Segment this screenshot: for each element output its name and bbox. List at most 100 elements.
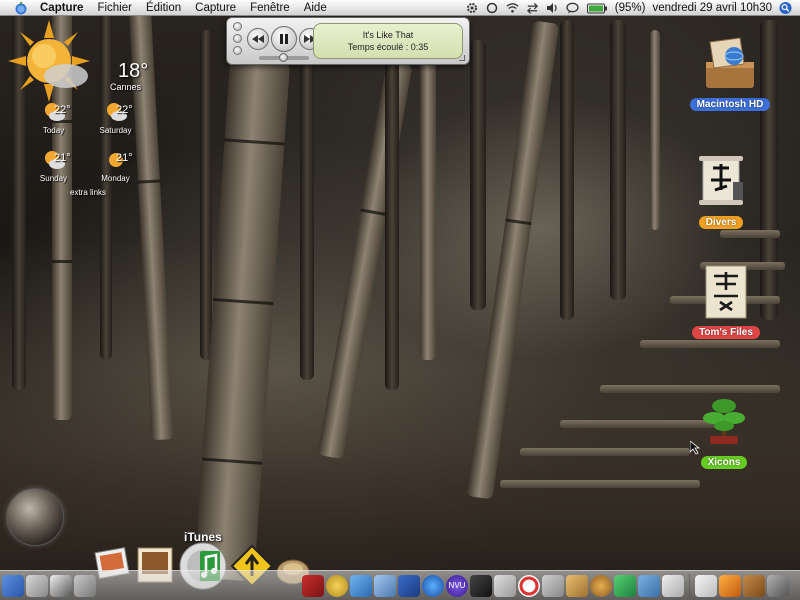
mail-icon[interactable]: [398, 574, 420, 597]
finder-icon[interactable]: [2, 574, 24, 597]
forecast-saturday: 22° Saturday: [88, 100, 143, 140]
battery-percent: (95%): [614, 2, 646, 14]
forecast-temp: 22°: [54, 104, 71, 116]
blue-app-icon[interactable]: [638, 574, 660, 597]
menu-app-capture[interactable]: Capture: [40, 0, 83, 16]
battery-icon[interactable]: [586, 2, 608, 15]
bamboo-stalk: [385, 60, 399, 390]
desktop-icon-label: Xicons: [700, 456, 748, 469]
menu-capture[interactable]: Capture: [195, 0, 236, 16]
sunflower-icon[interactable]: [590, 574, 612, 597]
forecast-day: Today: [42, 126, 65, 135]
gear-icon[interactable]: [466, 2, 479, 15]
bamboo-stalk: [420, 60, 436, 360]
terminal-icon[interactable]: [50, 574, 72, 597]
desktop-icon-label: Divers: [698, 216, 744, 229]
bamboo-stalk: [200, 30, 212, 360]
wifi-icon[interactable]: [506, 2, 519, 15]
mouse-cursor-icon: [690, 441, 700, 455]
pause-icon: [280, 34, 288, 44]
bamboo-stalk: [470, 40, 486, 310]
now-playing-display[interactable]: It's Like That Temps écoulé : 0:35: [313, 23, 463, 59]
menu-fenetre[interactable]: Fenêtre: [250, 0, 290, 16]
itunes-mini-player[interactable]: It's Like That Temps écoulé : 0:35: [226, 17, 470, 65]
current-temperature: 18°: [118, 60, 149, 82]
spotlight-icon[interactable]: [779, 1, 792, 15]
forecast-day: Saturday: [99, 126, 132, 135]
window-controls: [233, 22, 242, 55]
nvu-icon[interactable]: NVU: [446, 574, 468, 597]
chat-icon[interactable]: [566, 2, 579, 15]
forecast-today: 22° Today: [26, 100, 81, 140]
box-icon[interactable]: [743, 574, 765, 597]
desktop-icon-toms-files[interactable]: Tom's Files: [678, 262, 774, 340]
apple-logo-icon[interactable]: [719, 574, 741, 597]
dark-app-icon[interactable]: [470, 574, 492, 597]
volume-slider[interactable]: [259, 53, 309, 62]
globe-icon[interactable]: [422, 574, 444, 597]
desktop-icon-macintosh-hd[interactable]: Macintosh HD: [682, 34, 778, 112]
preview-icon[interactable]: [494, 574, 516, 597]
forecast-temp: 21°: [54, 152, 71, 164]
resize-handle[interactable]: [459, 55, 465, 61]
rewind-icon: [252, 35, 264, 43]
app-icon-red[interactable]: [302, 574, 324, 597]
menu-bar: Capture Fichier Édition Capture Fenêtre …: [0, 0, 800, 16]
weather-extra-links[interactable]: extra links: [70, 188, 106, 197]
bamboo-stalk: [610, 20, 626, 300]
zoom-button[interactable]: [233, 46, 242, 55]
stone-step: [520, 448, 690, 456]
pause-button[interactable]: [271, 26, 297, 52]
bonsai-icon: [703, 399, 745, 444]
forecast-day: Sunday: [39, 174, 68, 183]
forecast-monday: 21° Monday: [88, 148, 143, 188]
scroll-calligraphy-icon: [699, 156, 743, 205]
previous-track-button[interactable]: [247, 28, 269, 50]
menu-aide[interactable]: Aide: [304, 0, 327, 16]
green-app-icon[interactable]: [614, 574, 636, 597]
eagle-icon[interactable]: [566, 574, 588, 597]
desktop-icon-label: Tom's Files: [692, 326, 760, 339]
song-title: It's Like That: [362, 30, 414, 40]
no-entry-icon[interactable]: [518, 574, 540, 597]
menu-edition[interactable]: Édition: [146, 0, 181, 16]
menu-fichier[interactable]: Fichier: [97, 0, 132, 16]
document-icon[interactable]: [662, 574, 684, 597]
stone-step: [640, 340, 780, 348]
circle-icon[interactable]: [486, 2, 499, 15]
desktop-icon-label: Macintosh HD: [689, 98, 771, 111]
bird-icon[interactable]: [542, 574, 564, 597]
elapsed-time: Temps écoulé : 0:35: [347, 42, 429, 52]
weather-city: Cannes: [110, 82, 142, 92]
dock: NVU: [0, 570, 800, 600]
bamboo-stalk: [560, 20, 574, 320]
minimize-button[interactable]: [233, 34, 242, 43]
apple-menu-icon[interactable]: [14, 1, 28, 15]
trash-icon[interactable]: [767, 574, 789, 597]
desktop-icon-xicons[interactable]: Xicons: [676, 392, 772, 470]
forecast-sunday: 21° Sunday: [26, 148, 81, 188]
people-icon[interactable]: [350, 574, 372, 597]
forecast-day: Monday: [101, 174, 130, 183]
stone-step: [720, 230, 780, 238]
dock-separator: [689, 573, 690, 598]
network-icon[interactable]: [374, 574, 396, 597]
stone-step: [500, 480, 700, 488]
desktop-icon-divers[interactable]: Divers: [673, 152, 769, 230]
system-preferences-icon[interactable]: [26, 574, 48, 597]
forecast-temp: 22°: [116, 104, 133, 116]
utility-icon[interactable]: [74, 574, 96, 597]
bamboo-stalk: [650, 30, 660, 230]
weather-widget[interactable]: 18° Cannes 22° Today 22° Saturday 21° Su…: [8, 18, 148, 198]
dual-arrows-icon[interactable]: [526, 2, 539, 15]
crystal-ball-widget[interactable]: [6, 488, 64, 546]
volume-knob[interactable]: [279, 53, 288, 62]
bamboo-stalk: [300, 40, 314, 380]
volume-icon[interactable]: [546, 2, 559, 15]
coin-icon[interactable]: [326, 574, 348, 597]
hard-drive-icon: [706, 37, 754, 88]
close-button[interactable]: [233, 22, 242, 31]
forecast-temp: 21°: [116, 152, 133, 164]
folder-icon[interactable]: [695, 574, 717, 597]
menubar-clock[interactable]: vendredi 29 avril 10h30: [652, 2, 772, 14]
